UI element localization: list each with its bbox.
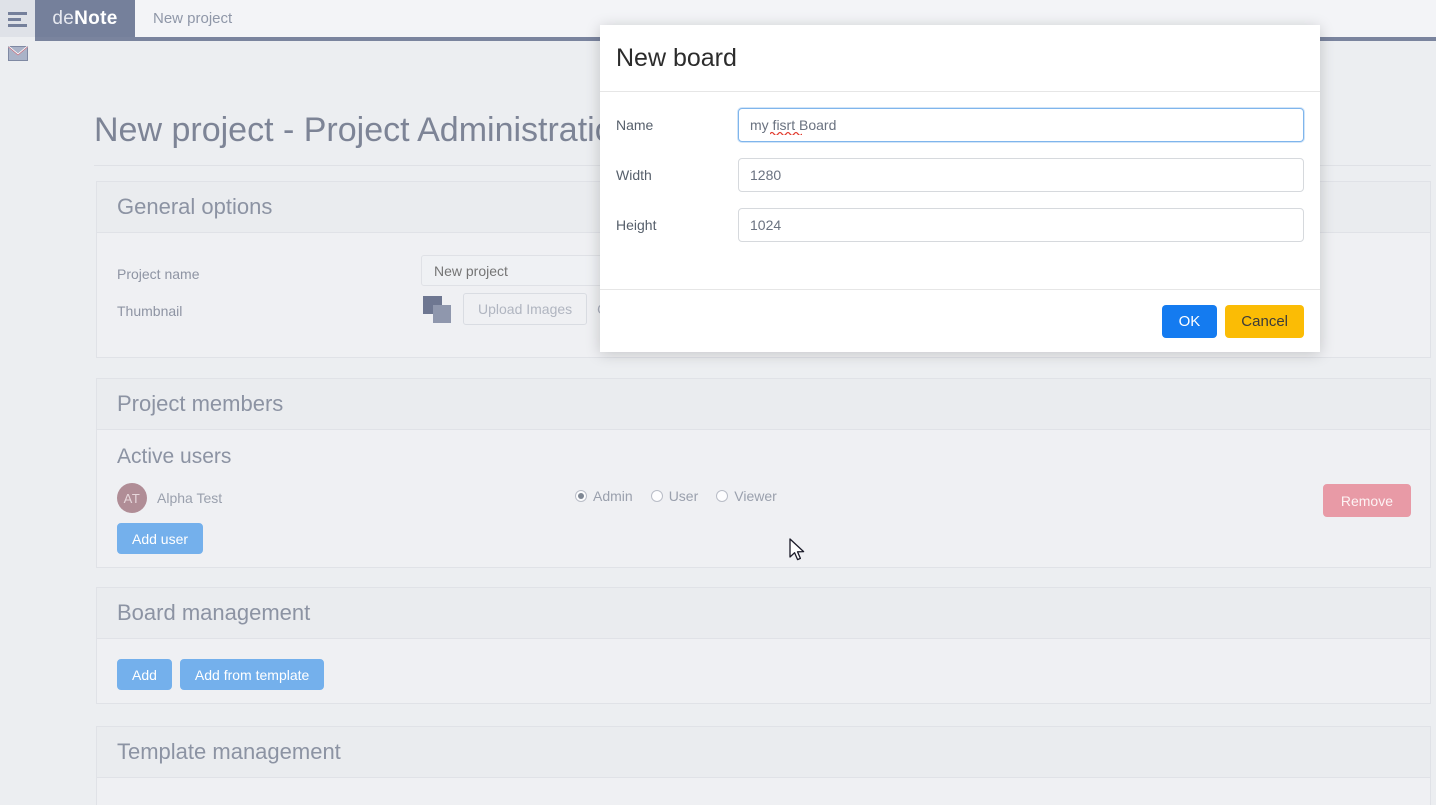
cancel-button[interactable]: Cancel (1225, 304, 1304, 338)
radio-role-viewer-label: Viewer (734, 488, 777, 504)
new-board-dialog-header: New board (600, 25, 1320, 92)
radio-dot-viewer-icon (716, 490, 729, 502)
app-logo[interactable]: de Note (35, 0, 135, 37)
panel-project-members-title: Project members (117, 391, 284, 416)
role-radio-group: Admin User Viewer (575, 488, 777, 504)
board-width-label: Width (616, 167, 652, 183)
radio-role-viewer[interactable]: Viewer (716, 488, 777, 504)
avatar: AT (117, 483, 147, 513)
panel-board-management-header: Board management (97, 588, 1430, 639)
radio-role-user[interactable]: User (650, 488, 699, 504)
panel-template-management: Template management (96, 726, 1431, 805)
radio-dot-user-icon (650, 490, 663, 502)
new-board-dialog: New board Name Width Height OK Cancel (600, 25, 1320, 352)
sidebar-item-mail[interactable] (0, 37, 35, 70)
radio-dot-admin-icon (575, 490, 587, 502)
add-user-button[interactable]: Add user (117, 523, 204, 554)
new-board-dialog-title: New board (616, 43, 737, 72)
panel-general-options-title: General options (117, 194, 273, 219)
active-users-title: Active users (117, 445, 232, 468)
field-row-width: Width (616, 158, 1304, 192)
envelope-icon (7, 46, 28, 61)
field-row-name: Name (616, 108, 1304, 142)
field-row-height: Height (616, 208, 1304, 242)
user-name: Alpha Test (157, 490, 223, 506)
add-board-from-template-button[interactable]: Add from template (179, 659, 325, 690)
radio-role-user-label: User (668, 488, 699, 504)
board-name-input[interactable] (738, 108, 1304, 142)
new-board-dialog-body: Name Width Height (600, 92, 1320, 289)
ok-button[interactable]: OK (1161, 304, 1218, 338)
add-board-button[interactable]: Add (117, 659, 172, 690)
board-actions: Add Add from template (117, 659, 325, 690)
panel-board-management-title: Board management (117, 600, 311, 625)
left-rail (0, 0, 35, 805)
brand-suffix: Note (74, 7, 118, 29)
page-title: New project - Project Administration (94, 111, 633, 149)
thumbnail-label: Thumbnail (117, 303, 183, 319)
panel-board-management-body: Add Add from template (97, 639, 1430, 703)
new-board-dialog-footer: OK Cancel (600, 289, 1320, 352)
menu-toggle-button[interactable] (0, 0, 35, 37)
tab-new-project-label: New project (153, 10, 233, 27)
board-name-label: Name (616, 117, 654, 133)
hamburger-icon (8, 11, 27, 27)
brand-prefix: de (52, 7, 75, 29)
remove-user-button[interactable]: Remove (1322, 484, 1411, 517)
board-height-input[interactable] (738, 208, 1304, 242)
panel-project-members-header: Project members (97, 379, 1430, 430)
panel-template-management-title: Template management (117, 739, 341, 764)
project-name-label: Project name (117, 266, 200, 282)
tab-new-project[interactable]: New project (135, 0, 250, 37)
panel-template-management-header: Template management (97, 727, 1430, 778)
panel-project-members: Project members Active users AT Alpha Te… (96, 378, 1431, 568)
radio-role-admin-label: Admin (593, 488, 633, 504)
radio-role-admin[interactable]: Admin (575, 488, 633, 504)
images-icon (423, 295, 453, 323)
upload-images-button[interactable]: Upload Images (463, 293, 588, 325)
board-height-label: Height (616, 217, 657, 233)
panel-template-management-body (97, 778, 1430, 805)
panel-project-members-body: Active users AT Alpha Test Admin User Vi… (97, 430, 1430, 567)
board-width-input[interactable] (738, 158, 1304, 192)
list-item: AT Alpha Test (117, 483, 222, 513)
panel-board-management: Board management Add Add from template (96, 587, 1431, 704)
